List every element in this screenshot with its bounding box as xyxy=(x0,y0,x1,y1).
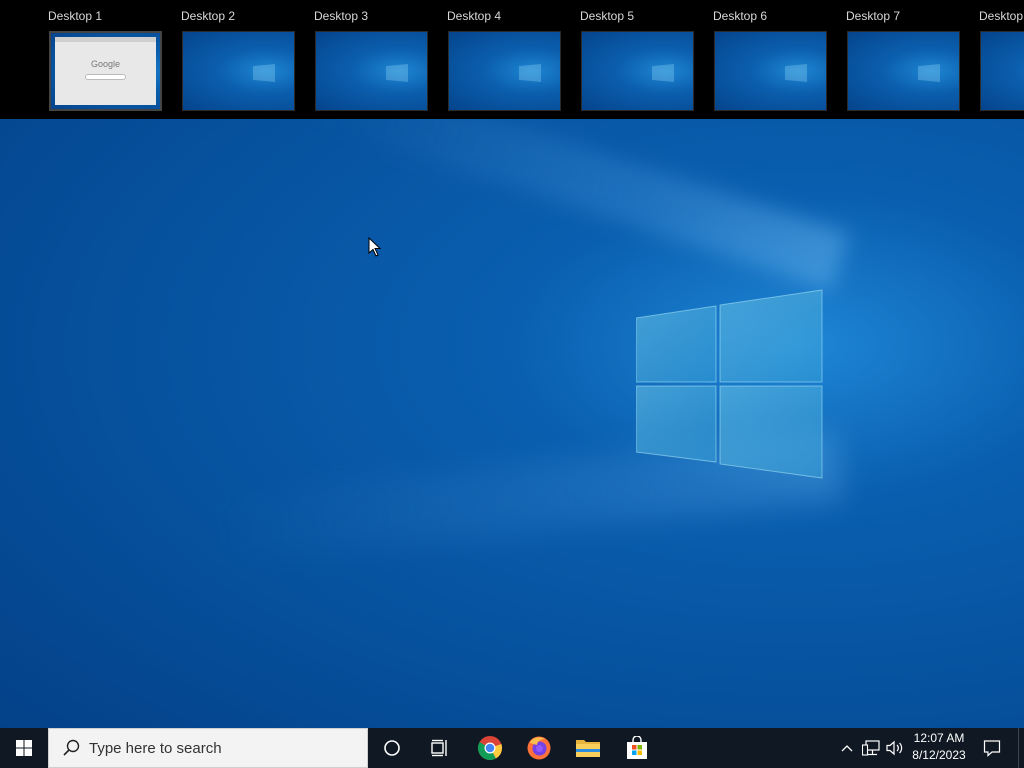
microsoft-store-icon xyxy=(627,736,647,759)
desktop-label: Desktop 1 xyxy=(48,9,103,23)
cortana-button[interactable] xyxy=(368,728,416,768)
virtual-desktop-7[interactable]: Desktop 7 xyxy=(846,0,964,119)
desktop-thumbnail[interactable] xyxy=(581,31,694,111)
windows-logo-wallpaper xyxy=(636,289,823,479)
search-icon xyxy=(63,739,80,756)
network-icon xyxy=(862,740,880,756)
chevron-up-icon xyxy=(841,745,853,752)
file-explorer-taskbar-button[interactable] xyxy=(564,728,612,768)
start-button[interactable] xyxy=(0,728,48,768)
show-hidden-icons-button[interactable] xyxy=(836,728,858,768)
chrome-taskbar-button[interactable] xyxy=(466,728,514,768)
virtual-desktop-6[interactable]: Desktop 6 xyxy=(713,0,831,119)
task-view-icon xyxy=(431,739,447,757)
cortana-circle-icon xyxy=(384,740,400,756)
taskbar-clock[interactable]: 12:07 AM 8/12/2023 xyxy=(906,730,972,766)
firefox-taskbar-button[interactable] xyxy=(515,728,563,768)
task-view-strip: Desktop 1 Google Desktop 2 Desktop 3 Des… xyxy=(0,0,1024,119)
virtual-desktop-1[interactable]: Desktop 1 Google xyxy=(48,0,166,119)
virtual-desktop-2[interactable]: Desktop 2 xyxy=(181,0,299,119)
taskbar-search-box[interactable]: Type here to search xyxy=(48,728,368,768)
firefox-icon xyxy=(527,736,551,760)
file-explorer-icon xyxy=(576,740,600,757)
clock-time: 12:07 AM xyxy=(913,731,965,745)
volume-button[interactable] xyxy=(884,728,906,768)
desktop-thumbnail[interactable] xyxy=(182,31,295,111)
windows-logo-icon xyxy=(253,64,275,82)
virtual-desktop-3[interactable]: Desktop 3 xyxy=(314,0,432,119)
notification-icon xyxy=(983,740,1001,757)
clock-date: 8/12/2023 xyxy=(912,748,966,762)
desktop-thumbnail[interactable] xyxy=(847,31,960,111)
browser-titlebar xyxy=(55,37,156,42)
windows-logo-icon xyxy=(386,64,408,82)
action-center-button[interactable] xyxy=(972,728,1012,768)
mouse-cursor-icon xyxy=(368,237,382,257)
search-placeholder: Type here to search xyxy=(89,739,222,757)
search-box-thumbnail xyxy=(85,74,126,80)
desktop-thumbnail[interactable] xyxy=(448,31,561,111)
desktop-label: Desktop 2 xyxy=(181,9,236,23)
desktop-thumbnail[interactable] xyxy=(315,31,428,111)
desktop-label: Desktop 5 xyxy=(580,9,635,23)
taskbar: Type here to search 12:07 AM 8/12/2023 xyxy=(0,728,1024,768)
virtual-desktop-8[interactable]: Desktop xyxy=(979,0,1024,119)
desktop-label: Desktop 6 xyxy=(713,9,768,23)
virtual-desktop-5[interactable]: Desktop 5 xyxy=(580,0,698,119)
desktop-thumbnail[interactable]: Google xyxy=(49,31,162,111)
microsoft-store-taskbar-button[interactable] xyxy=(613,728,661,768)
windows-logo-icon xyxy=(652,64,674,82)
desktop-thumbnail[interactable] xyxy=(714,31,827,111)
windows-start-icon xyxy=(16,740,32,756)
desktop-label: Desktop xyxy=(979,9,1024,23)
network-button[interactable] xyxy=(860,728,882,768)
windows-logo-icon xyxy=(785,64,807,82)
task-view-button[interactable] xyxy=(416,728,464,768)
desktop-thumbnail[interactable] xyxy=(980,31,1024,111)
show-desktop-button[interactable] xyxy=(1018,728,1024,768)
browser-window-thumbnail: Google xyxy=(55,37,156,105)
desktop-screen: Desktop 1 Google Desktop 2 Desktop 3 Des… xyxy=(0,0,1024,768)
windows-logo-icon xyxy=(519,64,541,82)
chrome-icon xyxy=(477,736,503,761)
desktop-label: Desktop 7 xyxy=(846,9,901,23)
desktop-label: Desktop 3 xyxy=(314,9,369,23)
desktop-label: Desktop 4 xyxy=(447,9,502,23)
speaker-icon xyxy=(886,740,903,756)
google-logo-text: Google xyxy=(90,59,121,69)
virtual-desktop-4[interactable]: Desktop 4 xyxy=(447,0,565,119)
windows-logo-icon xyxy=(918,64,940,82)
